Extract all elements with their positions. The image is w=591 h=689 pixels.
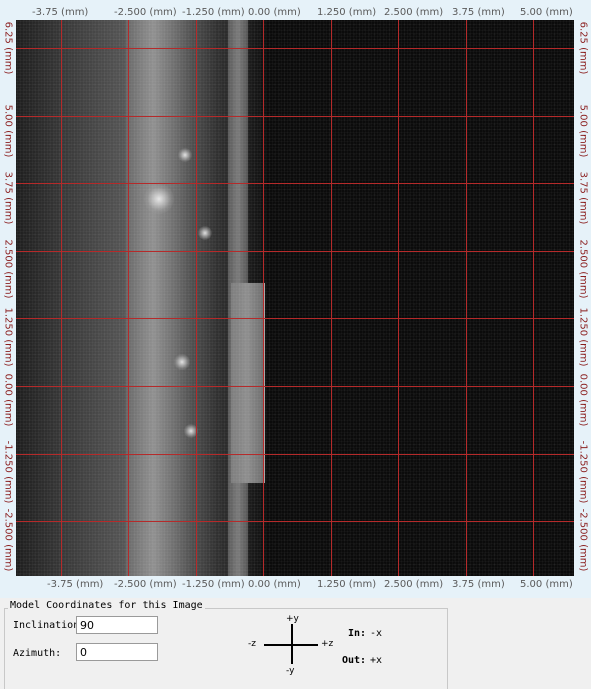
azimuth-field[interactable]: [76, 643, 158, 661]
grid-line-horizontal: [16, 48, 574, 49]
y-tick-label-left: 6.25 (mm): [2, 21, 14, 75]
grid-line-horizontal: [16, 318, 574, 319]
axis-minus-y: -y: [286, 666, 295, 676]
grid-line-vertical: [196, 20, 197, 576]
out-label: Out:: [342, 655, 367, 666]
x-tick-label-top: 0.00 (mm): [248, 7, 301, 18]
group-title: Model Coordinates for this Image: [8, 600, 205, 611]
x-tick-label-top: 2.500 (mm): [384, 7, 444, 18]
x-tick-label-top: -1.250 (mm): [182, 7, 245, 18]
inclination-label: Inclination: [13, 620, 80, 631]
x-tick-label-top: 3.75 (mm): [452, 7, 505, 18]
x-tick-label-bottom: 3.75 (mm): [452, 579, 505, 590]
x-tick-label-top: 1.250 (mm): [317, 7, 377, 18]
grid-line-horizontal: [16, 454, 574, 455]
grid-line-vertical: [128, 20, 129, 576]
x-tick-label-bottom: 1.250 (mm): [317, 579, 377, 590]
grid-line-vertical: [533, 20, 534, 576]
x-tick-label-top: -3.75 (mm): [32, 7, 89, 18]
x-tick-label-bottom: -1.250 (mm): [182, 579, 245, 590]
x-tick-label-top: -2.500 (mm): [114, 7, 177, 18]
grid-line-horizontal: [16, 183, 574, 184]
grid-line-horizontal: [16, 521, 574, 522]
axis-plus-z: +z: [321, 639, 334, 649]
axis-orientation-widget: +y -y -z +z: [246, 614, 346, 678]
grid-line-horizontal: [16, 116, 574, 117]
axis-minus-z: -z: [248, 639, 256, 649]
y-tick-label-right: 3.75 (mm): [577, 171, 589, 225]
out-value: +x: [370, 655, 383, 666]
model-coordinates-panel: Model Coordinates for this Image Inclina…: [0, 598, 591, 689]
in-label: In:: [348, 628, 367, 639]
x-tick-label-bottom: -3.75 (mm): [47, 579, 104, 590]
grid-line-horizontal: [16, 386, 574, 387]
y-tick-label-right: 0.00 (mm): [577, 373, 589, 427]
x-tick-label-bottom: 2.500 (mm): [384, 579, 444, 590]
grid-line-vertical: [398, 20, 399, 576]
y-tick-label-left: 3.75 (mm): [2, 171, 14, 225]
in-value: -x: [370, 628, 383, 639]
x-tick-label-bottom: 0.00 (mm): [248, 579, 301, 590]
y-tick-label-right: -2.500 (mm): [577, 508, 589, 572]
axis-plus-y: +y: [286, 614, 299, 624]
y-tick-label-left: -2.500 (mm): [2, 508, 14, 572]
azimuth-label: Azimuth:: [13, 648, 62, 659]
noise-texture: [16, 20, 574, 576]
grid-line-vertical: [263, 20, 264, 576]
image-viewer: -3.75 (mm) -2.500 (mm) -1.250 (mm) 0.00 …: [0, 0, 591, 598]
x-tick-label-bottom: 5.00 (mm): [520, 579, 573, 590]
grid-line-vertical: [466, 20, 467, 576]
grid-line-vertical: [331, 20, 332, 576]
x-tick-label-bottom: -2.500 (mm): [114, 579, 177, 590]
grid-line-vertical: [61, 20, 62, 576]
y-tick-label-right: 6.25 (mm): [577, 21, 589, 75]
xray-image[interactable]: [16, 20, 574, 576]
y-tick-label-left: 0.00 (mm): [2, 373, 14, 427]
inclination-field[interactable]: [76, 616, 158, 634]
grid-line-horizontal: [16, 251, 574, 252]
x-tick-label-top: 5.00 (mm): [520, 7, 573, 18]
